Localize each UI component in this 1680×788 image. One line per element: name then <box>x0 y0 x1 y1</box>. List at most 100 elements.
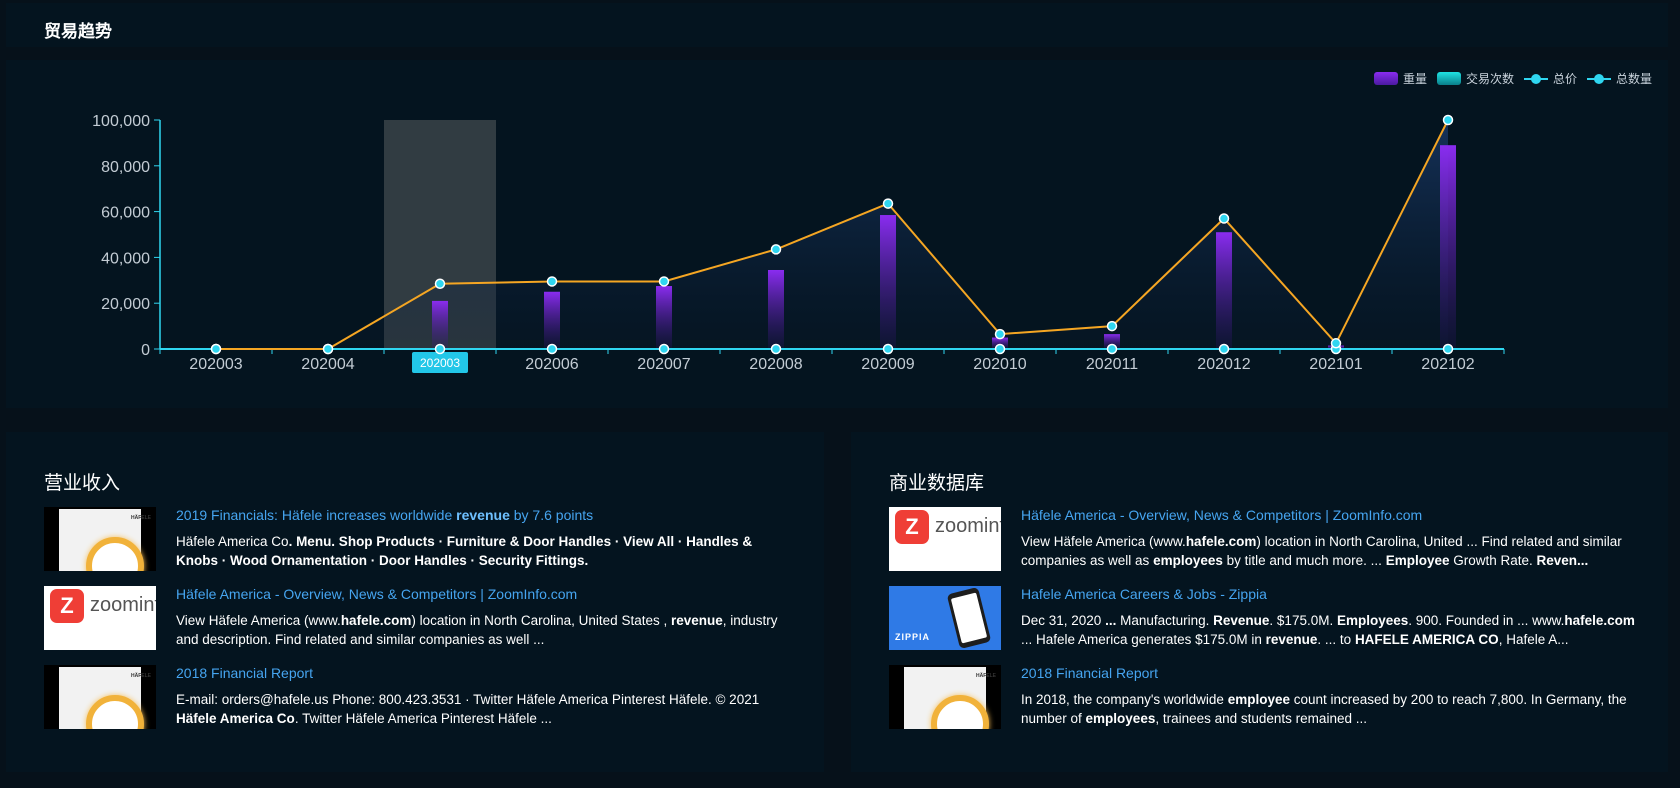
bar-weight-202005 <box>432 300 448 349</box>
total-quantity-point-202102 <box>1442 343 1454 355</box>
zoominfo-z-icon: Z <box>50 589 84 623</box>
result-snippet: View Häfele America (www.hafele.com) loc… <box>1021 534 1622 568</box>
y-tick-label: 60,000 <box>101 205 150 222</box>
highlight-term: ... <box>1105 613 1117 628</box>
highlight-term: hafele.com <box>340 613 412 628</box>
legend-swatch-weight <box>1373 72 1398 85</box>
x-tick-label-202011: 202011 <box>1086 356 1138 373</box>
business-db-panel: 商业数据库 Zzoominfo Häfele America - Overview… <box>851 432 1668 772</box>
x-tick-label-202008: 202008 <box>749 356 802 373</box>
y-tick-label: 100,000 <box>92 113 150 130</box>
hafele-report-thumbnail[interactable]: HÄFELE <box>44 665 156 729</box>
total-price-point-202009 <box>882 198 894 209</box>
result-snippet: Häfele America Co. Menu. Shop Products ·… <box>176 534 753 568</box>
report-cover: HÄFELE <box>59 509 151 571</box>
x-tick-label-202007: 202007 <box>637 356 690 373</box>
highlight-term: hafele.com <box>1185 534 1257 549</box>
highlight-term: revenue <box>1265 632 1318 647</box>
result-title-link[interactable]: 2018 Financial Report <box>1021 665 1158 681</box>
thumb-brand-text: ZIPPIA <box>895 632 931 642</box>
y-tick-label: 40,000 <box>101 250 150 267</box>
bar-weight-202008 <box>768 269 784 349</box>
highlight-term: . Menu. Shop Products · Furniture & Door… <box>176 534 753 568</box>
total-price-point-202003 <box>210 343 222 355</box>
legend-item-transactions[interactable]: 交易次数 <box>1436 70 1514 87</box>
total-price-point-202007 <box>658 276 670 287</box>
legend-label-total-price: 总价 <box>1552 72 1577 86</box>
result-title-link[interactable]: 2019 Financials: Häfele increases worldw… <box>176 507 593 523</box>
thumb-brand: HÄFELE <box>976 673 996 679</box>
thumb-brand-text: zoominfo <box>90 594 156 616</box>
highlight-term: Employee <box>1385 553 1450 568</box>
x-tick-label-202012: 202012 <box>1197 356 1250 373</box>
result-title-link[interactable]: 2018 Financial Report <box>176 665 313 681</box>
highlight-term: revenue <box>456 507 510 523</box>
hafele-report-thumbnail[interactable]: HÄFELE <box>889 665 1001 729</box>
legend-item-weight[interactable]: 重量 <box>1373 70 1427 87</box>
search-result: Zzoominfo Häfele America - Overview, News… <box>44 586 804 656</box>
thumb-brand: HÄFELE <box>131 673 151 679</box>
total-price-point-202006 <box>546 276 558 287</box>
legend-label-total-quantity: 总数量 <box>1615 72 1652 86</box>
x-tick-label-202101: 202101 <box>1309 356 1362 373</box>
result-snippet: E-mail: orders@hafele.us Phone: 800.423.… <box>176 692 760 726</box>
y-tick-label: 80,000 <box>101 159 150 176</box>
highlight-term: Häfele America Co <box>176 711 295 726</box>
highlight-term: employees <box>1085 711 1156 726</box>
zoominfo-logo-thumbnail[interactable]: Zzoominfo <box>44 586 156 650</box>
bar-weight-202006 <box>544 291 560 349</box>
header-bar: 贸易趋势 <box>6 3 1668 47</box>
bar-weight-202012 <box>1216 232 1232 349</box>
thumb-brand-text: zoominfo <box>935 515 1001 537</box>
highlight-term: Reven... <box>1536 553 1589 568</box>
total-price-point-202102 <box>1442 114 1454 126</box>
total-price-point-202011 <box>1106 320 1118 332</box>
total-price-point-202101 <box>1330 338 1342 349</box>
total-price-point-202010 <box>994 328 1006 340</box>
total-price-point-202012 <box>1218 213 1230 224</box>
total-quantity-point-202010 <box>994 343 1006 355</box>
legend-label-transactions: 交易次数 <box>1465 72 1514 86</box>
search-result: HÄFELE 2019 Financials: Häfele increases … <box>44 507 804 577</box>
total-quantity-point-202009 <box>882 343 894 355</box>
search-result: HÄFELE 2018 Financial Report In 2018, the … <box>889 665 1649 735</box>
result-title-link[interactable]: Hafele America Careers & Jobs - Zippia <box>1021 586 1267 602</box>
phone-screen <box>950 592 988 644</box>
total-quantity-point-202005 <box>434 343 446 355</box>
result-title-link[interactable]: Häfele America - Overview, News & Compet… <box>1021 507 1422 523</box>
revenue-panel: 营业收入 HÄFELE 2019 Financials: Häfele incre… <box>6 432 824 772</box>
hafele-report-thumbnail[interactable]: HÄFELE <box>44 507 156 571</box>
x-tick-label-202004: 202004 <box>301 356 354 373</box>
highlight-term: employees <box>1153 553 1223 568</box>
legend-item-total-quantity[interactable]: 总数量 <box>1586 70 1652 87</box>
zoominfo-z-icon: Z <box>895 510 929 544</box>
highlight-term: HAFELE AMERICA CO <box>1354 632 1499 647</box>
bar-weight-202102 <box>1440 145 1456 349</box>
result-snippet: Dec 31, 2020 ... Manufacturing. Revenue.… <box>1021 613 1635 647</box>
highlight-term: hafele.com <box>1564 613 1635 628</box>
legend-label-weight: 重量 <box>1402 72 1427 86</box>
result-title-link[interactable]: Häfele America - Overview, News & Compet… <box>176 586 577 602</box>
thumb-brand: HÄFELE <box>131 515 151 521</box>
ring-graphic <box>931 695 989 729</box>
search-result: HÄFELE 2018 Financial Report E-mail: order… <box>44 665 804 735</box>
ring-graphic <box>86 695 144 729</box>
legend-item-total-price[interactable]: 总价 <box>1523 70 1577 87</box>
legend-line-total-quantity <box>1586 72 1611 85</box>
chart-legend: 重量 交易次数 总价 总数量 <box>1373 70 1652 87</box>
x-tick-label-202003: 202003 <box>189 356 242 373</box>
total-price-point-202008 <box>770 244 782 255</box>
axis-pointer-label: 202003 <box>420 356 460 370</box>
total-price-point-202005 <box>434 278 446 289</box>
zoominfo-logo-thumbnail[interactable]: Zzoominfo <box>889 507 1001 571</box>
highlight-term: Revenue <box>1213 613 1270 628</box>
result-snippet: In 2018, the company's worldwide employe… <box>1021 692 1627 726</box>
total-quantity-point-202006 <box>546 343 558 355</box>
highlight-term: Employees <box>1336 613 1409 628</box>
page-title: 贸易趋势 <box>44 22 112 41</box>
x-tick-label-202102: 202102 <box>1421 356 1474 373</box>
x-tick-label-202009: 202009 <box>861 356 914 373</box>
search-result: Zzoominfo Häfele America - Overview, News… <box>889 507 1649 577</box>
legend-swatch-transactions <box>1436 72 1461 85</box>
zippia-thumbnail[interactable]: ZIPPIA <box>889 586 1001 650</box>
